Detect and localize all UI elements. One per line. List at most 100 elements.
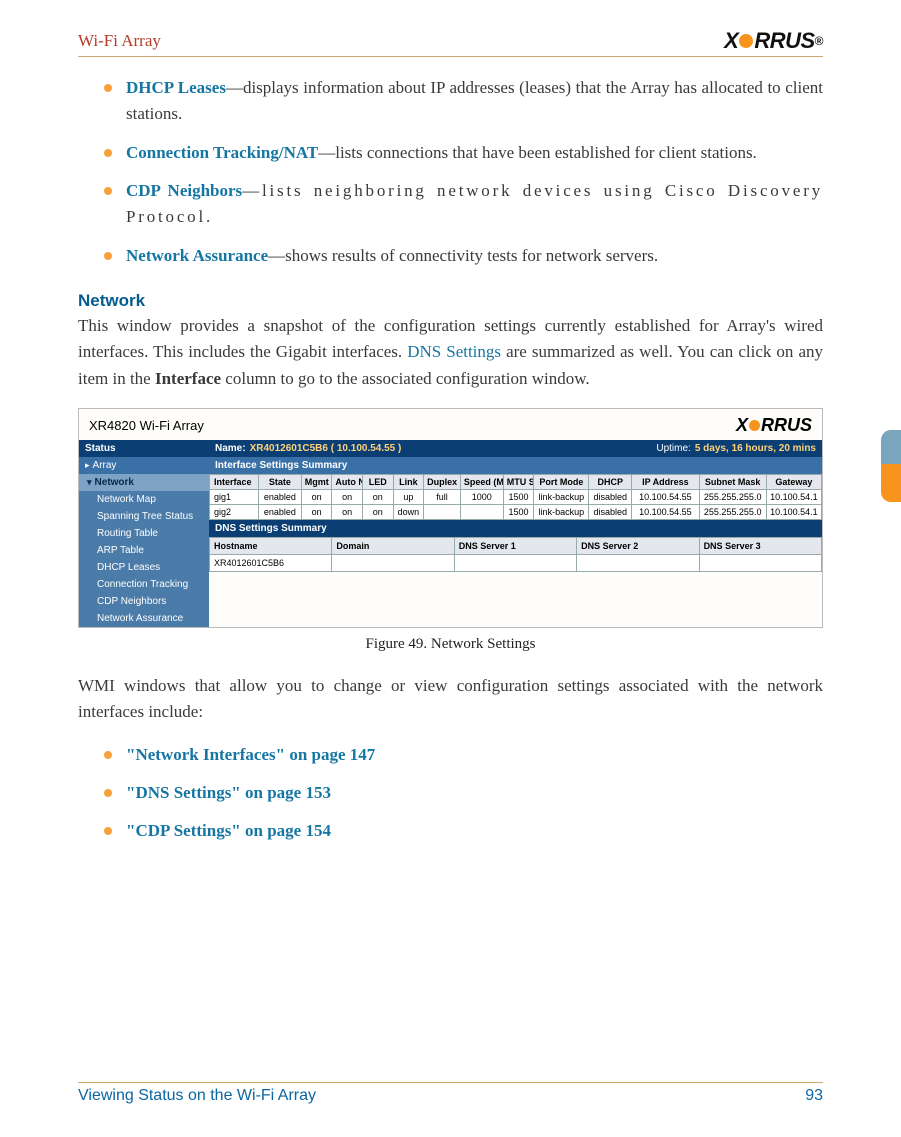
logo-reg: ® xyxy=(815,34,823,48)
col-h: DNS Server 3 xyxy=(699,538,821,555)
cell: on xyxy=(332,490,363,505)
ss-dns-table: Hostname Domain DNS Server 1 DNS Server … xyxy=(209,537,822,572)
ss-dns-summary-heading: DNS Settings Summary xyxy=(209,520,822,537)
cell: 10.100.54.1 xyxy=(766,490,821,505)
table-row: gig2 enabled on on on down 1500 link-bac… xyxy=(210,505,822,520)
term-rest: —lists connections that have been establ… xyxy=(318,143,757,162)
ss-iface-summary-heading: Interface Settings Summary xyxy=(209,457,822,474)
col-h: Mgmt xyxy=(301,475,332,490)
list-item: DHCP Leases—displays information about I… xyxy=(104,75,823,128)
ss-sidebar-item[interactable]: DHCP Leases xyxy=(79,559,209,576)
ss-sidebar-network-label: Network xyxy=(95,477,134,488)
ss-name-label: Name: xyxy=(215,443,246,454)
ss-sidebar-status[interactable]: Status xyxy=(79,440,209,457)
ss-sidebar-item[interactable]: ARP Table xyxy=(79,542,209,559)
col-h: DNS Server 1 xyxy=(454,538,576,555)
cell[interactable]: gig2 xyxy=(210,505,259,520)
logo-dot-icon xyxy=(739,34,753,48)
ss-sidebar-item[interactable]: Routing Table xyxy=(79,525,209,542)
cell: 1500 xyxy=(503,505,534,520)
col-h: Auto Neg xyxy=(332,475,363,490)
col-h: Interface xyxy=(210,475,259,490)
cell[interactable]: gig1 xyxy=(210,490,259,505)
list-item: "DNS Settings" on page 153 xyxy=(104,780,823,806)
ss-sidebar-array-label: Array xyxy=(93,460,117,471)
col-h: Domain xyxy=(332,538,454,555)
ss-name-value: XR4012601C5B6 ( 10.100.54.55 ) xyxy=(250,443,402,454)
term-link[interactable]: DHCP Leases xyxy=(126,78,226,97)
list-item: CDP Neighbors—lists neighboring network … xyxy=(104,178,823,231)
cell: 10.100.54.55 xyxy=(632,490,699,505)
col-h: Gateway xyxy=(766,475,821,490)
logo-text-b: RRUS xyxy=(754,28,814,54)
cell: on xyxy=(362,505,393,520)
ss-sidebar-network[interactable]: Network xyxy=(79,474,209,491)
col-h: Link xyxy=(393,475,424,490)
col-h: Hostname xyxy=(210,538,332,555)
page-header: Wi-Fi Array X RRUS ® xyxy=(78,28,823,57)
ss-interface-table: Interface State Mgmt Auto Neg LED Link D… xyxy=(209,474,822,520)
dns-settings-link[interactable]: DNS Settings xyxy=(407,342,501,361)
ss-sidebar-item[interactable]: CDP Neighbors xyxy=(79,593,209,610)
col-h: DNS Server 2 xyxy=(577,538,699,555)
table-row: XR4012601C5B6 xyxy=(210,555,822,572)
cell xyxy=(424,505,461,520)
ss-logo-a: X xyxy=(736,415,748,436)
list-item: "CDP Settings" on page 154 xyxy=(104,818,823,844)
cell: link-backup xyxy=(534,505,589,520)
ss-status-bar: Name: XR4012601C5B6 ( 10.100.54.55 ) Upt… xyxy=(209,440,822,457)
ss-logo-dot-icon xyxy=(749,420,760,431)
cell: full xyxy=(424,490,461,505)
cell xyxy=(460,505,503,520)
xirrus-logo: X RRUS ® xyxy=(724,28,823,54)
col-h: DHCP xyxy=(589,475,632,490)
cell: link-backup xyxy=(534,490,589,505)
figure-caption: Figure 49. Network Settings xyxy=(78,636,823,653)
cell xyxy=(454,555,576,572)
cell: 255.255.255.0 xyxy=(699,490,766,505)
ss-logo-b: RRUS xyxy=(761,415,812,436)
cell: 255.255.255.0 xyxy=(699,505,766,520)
term-link[interactable]: Connection Tracking/NAT xyxy=(126,143,318,162)
cell: enabled xyxy=(258,505,301,520)
col-h: LED xyxy=(362,475,393,490)
cell: 10.100.54.55 xyxy=(632,505,699,520)
ss-device-title: XR4820 Wi-Fi Array xyxy=(89,418,204,433)
ss-uptime-value: 5 days, 16 hours, 20 mins xyxy=(695,443,816,454)
cell: 10.100.54.1 xyxy=(766,505,821,520)
col-h: IP Address xyxy=(632,475,699,490)
ss-sidebar-array[interactable]: Array xyxy=(79,457,209,474)
cell: on xyxy=(332,505,363,520)
page-ref-link[interactable]: "CDP Settings" on page 154 xyxy=(126,821,331,840)
ss-sidebar: Status Array Network Network Map Spannin… xyxy=(79,440,209,627)
header-title: Wi-Fi Array xyxy=(78,31,161,51)
ss-sidebar-item[interactable]: Network Map xyxy=(79,491,209,508)
col-h: State xyxy=(258,475,301,490)
cell: on xyxy=(362,490,393,505)
network-settings-screenshot: XR4820 Wi-Fi Array X RRUS Status Array N… xyxy=(78,408,823,628)
cell xyxy=(699,555,821,572)
cell: 1500 xyxy=(503,490,534,505)
page-ref-link[interactable]: "Network Interfaces" on page 147 xyxy=(126,745,375,764)
network-paragraph: This window provides a snapshot of the c… xyxy=(78,313,823,392)
term-link[interactable]: CDP Neighbors xyxy=(126,181,242,200)
page-ref-link[interactable]: "DNS Settings" on page 153 xyxy=(126,783,331,802)
post-figure-paragraph: WMI windows that allow you to change or … xyxy=(78,673,823,726)
ss-sidebar-item[interactable]: Connection Tracking xyxy=(79,576,209,593)
section-heading-network: Network xyxy=(78,291,823,311)
term-link[interactable]: Network Assurance xyxy=(126,246,268,265)
cell: down xyxy=(393,505,424,520)
col-h: Duplex xyxy=(424,475,461,490)
side-tab-blue xyxy=(881,430,901,464)
col-h: Port Mode xyxy=(534,475,589,490)
col-h: Subnet Mask xyxy=(699,475,766,490)
term-rest: —shows results of connectivity tests for… xyxy=(268,246,658,265)
table-header-row: Interface State Mgmt Auto Neg LED Link D… xyxy=(210,475,822,490)
side-tab-icon xyxy=(881,430,901,502)
ss-sidebar-item[interactable]: Network Assurance xyxy=(79,610,209,627)
logo-text-a: X xyxy=(724,28,738,54)
term-rest: —displays information about IP addresses… xyxy=(126,78,823,123)
ss-sidebar-item[interactable]: Spanning Tree Status xyxy=(79,508,209,525)
table-header-row: Hostname Domain DNS Server 1 DNS Server … xyxy=(210,538,822,555)
cell xyxy=(577,555,699,572)
